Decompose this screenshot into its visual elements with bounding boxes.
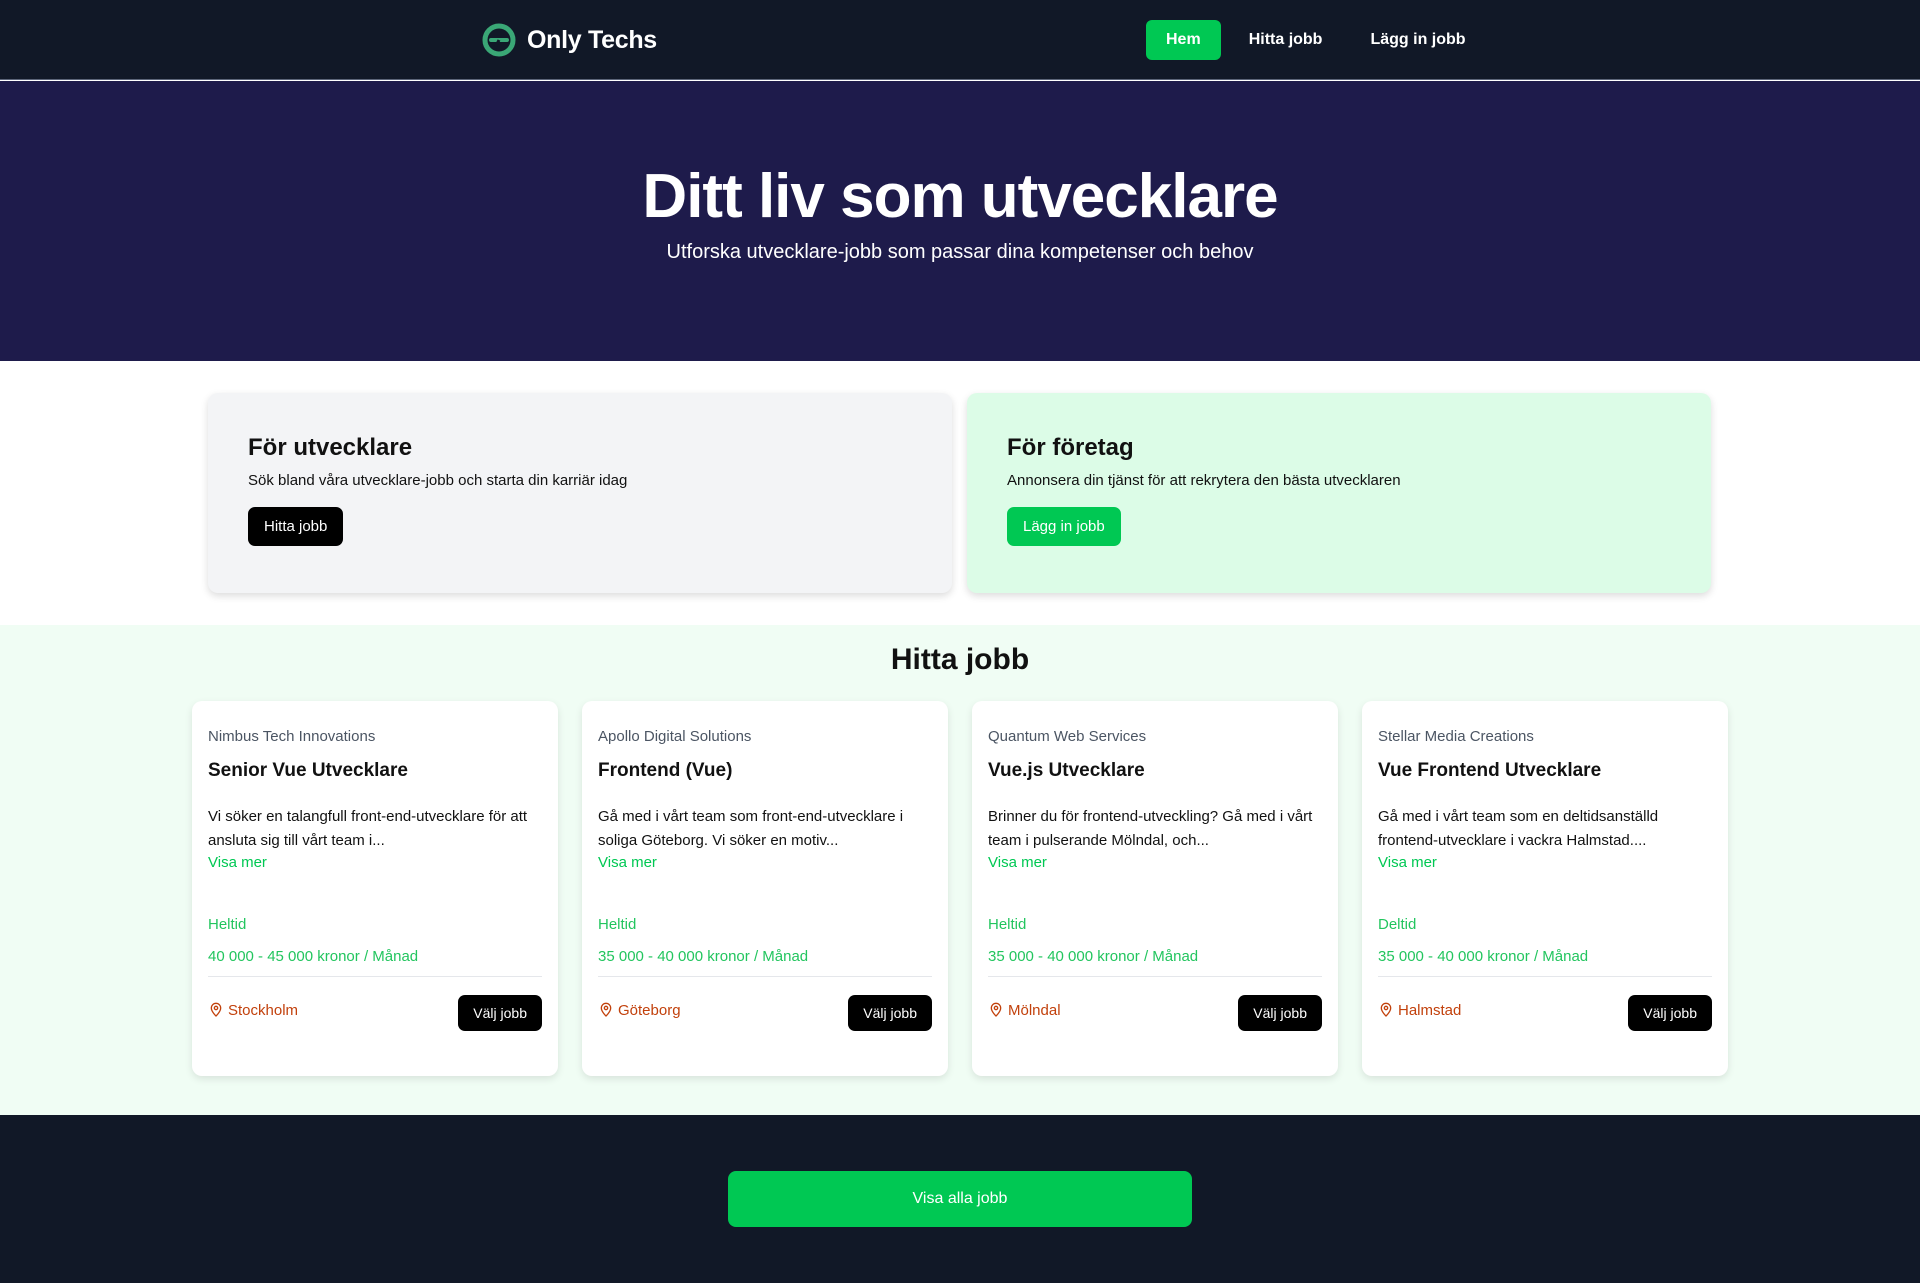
map-pin-icon (208, 1002, 224, 1018)
job-title: Senior Vue Utvecklare (208, 760, 408, 781)
job-location: Göteborg (598, 1002, 681, 1019)
show-more-link[interactable]: Visa mer (598, 853, 932, 873)
footer: Visa alla jobb (0, 1115, 1920, 1283)
job-card: Quantum Web Services Vue.js Utvecklare B… (972, 701, 1338, 1076)
select-job-button[interactable]: Välj jobb (458, 995, 542, 1031)
job-description: Vi söker en talangfull front-end-utveckl… (208, 808, 528, 849)
developer-card-title: För utvecklare (248, 434, 413, 461)
job-type: Heltid (988, 916, 1027, 933)
show-more-link[interactable]: Visa mer (988, 853, 1322, 873)
developer-card: För utvecklare Sök bland våra utvecklare… (208, 393, 952, 593)
job-description: Gå med i vårt team som front-end-utveckl… (598, 808, 904, 849)
job-card: Apollo Digital Solutions Frontend (Vue) … (582, 701, 948, 1076)
view-all-jobs-button[interactable]: Visa alla jobb (728, 1171, 1192, 1227)
select-job-button[interactable]: Välj jobb (848, 995, 932, 1031)
job-location: Mölndal (988, 1002, 1061, 1019)
job-description: Brinner du för frontend-utveckling? Gå m… (988, 808, 1313, 849)
job-type: Heltid (598, 916, 637, 933)
select-job-button[interactable]: Välj jobb (1238, 995, 1322, 1031)
job-type: Deltid (1378, 916, 1417, 933)
map-pin-icon (1378, 1002, 1394, 1018)
navbar: Only Techs Hem Hitta jobb Lägg in jobb (0, 0, 1920, 80)
nav-link-post-job[interactable]: Lägg in jobb (1350, 20, 1485, 60)
job-location: Halmstad (1378, 1002, 1461, 1019)
job-salary: 35 000 - 40 000 kronor / Månad (1378, 948, 1589, 965)
brand[interactable]: Only Techs (481, 20, 657, 60)
company-card-text: Annonsera din tjänst för att rekrytera d… (1007, 472, 1401, 489)
company-card-title: För företag (1007, 434, 1134, 461)
job-footer: Mölndal Välj jobb (988, 995, 1322, 1031)
nav-link-find-jobs[interactable]: Hitta jobb (1229, 20, 1343, 60)
map-pin-icon (988, 1002, 1004, 1018)
divider (208, 976, 542, 977)
hero: Ditt liv som utvecklare Utforska utveckl… (0, 81, 1920, 361)
job-location-label: Göteborg (618, 1001, 681, 1019)
divider (988, 976, 1322, 977)
job-location: Stockholm (208, 1002, 298, 1019)
job-title: Frontend (Vue) (598, 760, 733, 781)
job-location-label: Mölndal (1008, 1001, 1061, 1019)
main-nav: Hem Hitta jobb Lägg in jobb (1146, 20, 1486, 60)
logo-icon (481, 22, 517, 58)
job-title: Vue Frontend Utvecklare (1378, 760, 1602, 781)
job-salary: 35 000 - 40 000 kronor / Månad (988, 948, 1199, 965)
divider (1378, 976, 1712, 977)
job-title: Vue.js Utvecklare (988, 760, 1145, 781)
job-card: Nimbus Tech Innovations Senior Vue Utvec… (192, 701, 558, 1076)
developer-card-text: Sök bland våra utvecklare-jobb och start… (248, 472, 628, 489)
hero-subtitle: Utforska utvecklare-jobb som passar dina… (666, 241, 1254, 263)
job-type: Heltid (208, 916, 247, 933)
show-more-link[interactable]: Visa mer (208, 853, 542, 873)
job-description: Gå med i vårt team som en deltidsanställ… (1378, 808, 1659, 849)
job-footer: Stockholm Välj jobb (208, 995, 542, 1031)
job-location-label: Halmstad (1398, 1001, 1462, 1019)
show-more-link[interactable]: Visa mer (1378, 853, 1712, 873)
hero-title: Ditt liv som utvecklare (642, 162, 1278, 231)
job-company: Nimbus Tech Innovations (208, 728, 376, 745)
select-job-button[interactable]: Välj jobb (1628, 995, 1712, 1031)
job-footer: Halmstad Välj jobb (1378, 995, 1712, 1031)
company-card: För företag Annonsera din tjänst för att… (967, 393, 1711, 593)
job-location-label: Stockholm (228, 1001, 299, 1019)
map-pin-icon (598, 1002, 614, 1018)
divider (598, 976, 932, 977)
job-card: Stellar Media Creations Vue Frontend Utv… (1362, 701, 1728, 1076)
jobs-title: Hitta jobb (890, 643, 1030, 676)
job-footer: Göteborg Välj jobb (598, 995, 932, 1031)
jobs-section: Hitta jobb Nimbus Tech Innovations Senio… (0, 625, 1920, 1115)
job-salary: 40 000 - 45 000 kronor / Månad (208, 948, 419, 965)
brand-name: Only Techs (527, 25, 657, 54)
job-salary: 35 000 - 40 000 kronor / Månad (598, 948, 809, 965)
post-job-button[interactable]: Lägg in jobb (1007, 507, 1121, 546)
job-company: Quantum Web Services (988, 728, 1147, 745)
job-company: Apollo Digital Solutions (598, 728, 752, 745)
job-company: Stellar Media Creations (1378, 728, 1534, 745)
nav-link-home[interactable]: Hem (1146, 20, 1221, 60)
find-jobs-button[interactable]: Hitta jobb (248, 507, 344, 546)
